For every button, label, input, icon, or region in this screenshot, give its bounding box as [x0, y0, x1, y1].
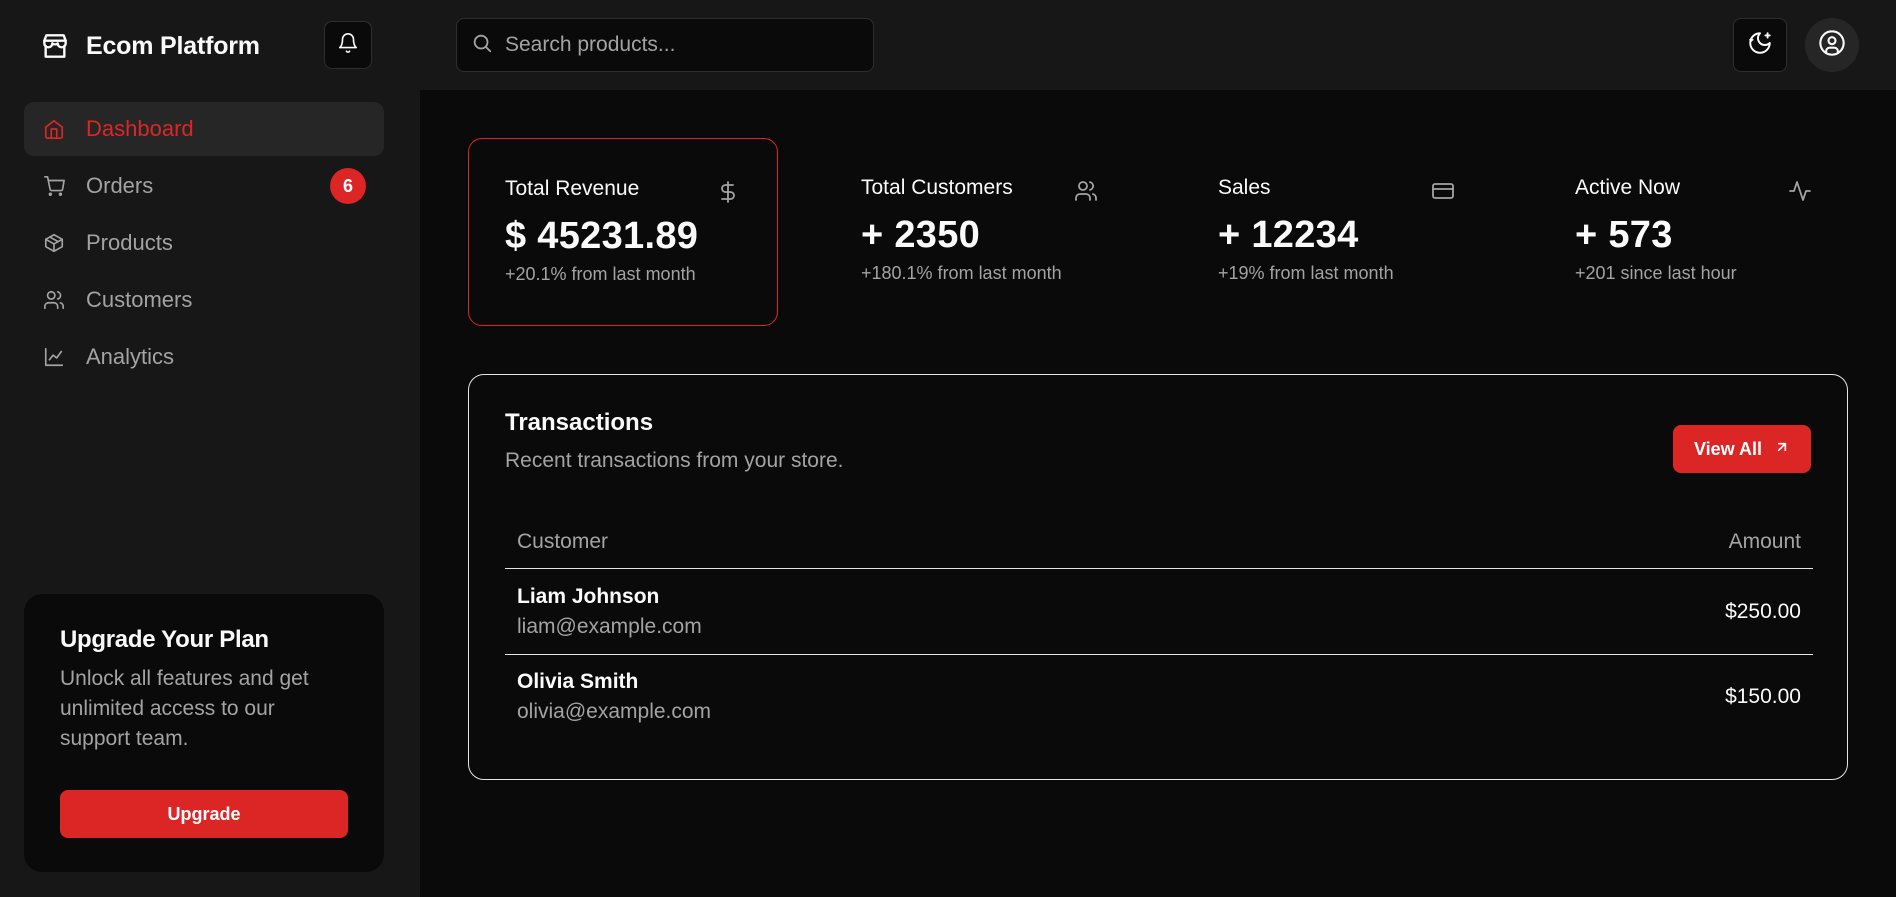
package-icon — [42, 231, 66, 255]
transactions-title: Transactions — [505, 409, 654, 436]
customer-email: olivia@example.com — [517, 700, 712, 723]
orders-count-badge: 6 — [330, 168, 366, 204]
stat-label: Total Customers — [861, 176, 1013, 199]
stat-change: +201 since last hour — [1575, 263, 1737, 283]
customer-cell: Liam Johnson liam@example.com — [517, 585, 702, 639]
stat-card-sales: Sales + 12234 +19% from last month — [1182, 138, 1492, 326]
sidebar: Ecom Platform Dashboard Orders 6 Product… — [0, 0, 420, 897]
customer-name: Liam Johnson — [517, 584, 660, 608]
sidebar-item-label: Orders — [86, 173, 154, 198]
amount-cell: $150.00 — [1725, 685, 1801, 708]
stat-card-active: Active Now + 573 +201 since last hour — [1539, 138, 1849, 326]
credit-card-icon — [1430, 178, 1456, 204]
sidebar-item-label: Customers — [86, 287, 193, 312]
sidebar-item-products[interactable]: Products — [24, 216, 384, 270]
sidebar-item-customers[interactable]: Customers — [24, 273, 384, 327]
dollar-icon — [715, 179, 741, 205]
stat-label: Active Now — [1575, 176, 1681, 199]
cart-icon — [42, 174, 66, 198]
customer-name: Olivia Smith — [517, 670, 639, 693]
table-row[interactable]: Liam Johnson liam@example.com $250.00 — [505, 569, 1813, 654]
sidebar-item-label: Dashboard — [86, 116, 194, 141]
stat-value: + 2350 — [861, 214, 981, 256]
transactions-card: Transactions Recent transactions from yo… — [468, 374, 1848, 780]
transactions-table: Customer Amount Liam Johnson liam@exampl… — [505, 515, 1813, 739]
stat-label: Sales — [1218, 176, 1271, 199]
notifications-button[interactable] — [324, 21, 372, 69]
brand[interactable]: Ecom Platform — [38, 26, 260, 66]
users-icon — [42, 288, 66, 312]
bell-icon — [337, 32, 359, 59]
sidebar-nav: Dashboard Orders 6 Products Customers An… — [24, 102, 384, 387]
table-row[interactable]: Olivia Smith olivia@example.com $150.00 — [505, 654, 1813, 739]
sidebar-item-label: Products — [86, 230, 173, 255]
search-box[interactable] — [456, 18, 874, 72]
transactions-subtitle: Recent transactions from your store. — [505, 449, 844, 472]
upgrade-card: Upgrade Your Plan Unlock all features an… — [24, 594, 384, 872]
customer-email: liam@example.com — [517, 614, 702, 638]
upgrade-text: Unlock all features and get unlimited ac… — [60, 667, 309, 750]
moon-stars-icon — [1747, 30, 1773, 61]
brand-title: Ecom Platform — [86, 31, 260, 60]
stat-label: Total Revenue — [505, 177, 640, 200]
theme-toggle-button[interactable] — [1733, 18, 1787, 72]
table-header: Customer Amount — [505, 515, 1813, 569]
sidebar-item-analytics[interactable]: Analytics — [24, 330, 384, 384]
column-header-amount: Amount — [1728, 529, 1801, 553]
sidebar-item-dashboard[interactable]: Dashboard — [24, 102, 384, 156]
search-icon — [471, 32, 493, 59]
stat-value: $ 45231.89 — [505, 215, 699, 257]
sidebar-item-label: Analytics — [86, 344, 175, 369]
sidebar-item-orders[interactable]: Orders 6 — [24, 159, 384, 213]
stat-card-customers: Total Customers + 2350 +180.1% from last… — [825, 138, 1135, 326]
topbar — [420, 0, 1896, 90]
column-header-customer: Customer — [517, 529, 609, 553]
upgrade-title: Upgrade Your Plan — [60, 626, 269, 653]
amount-cell: $250.00 — [1725, 599, 1801, 623]
stat-change: +19% from last month — [1218, 263, 1394, 283]
customer-cell: Olivia Smith olivia@example.com — [517, 670, 711, 724]
upgrade-button[interactable]: Upgrade — [60, 790, 348, 838]
store-icon — [38, 29, 72, 63]
search-input[interactable] — [505, 33, 865, 57]
user-circle-icon — [1818, 29, 1846, 62]
view-all-button[interactable]: View All — [1673, 425, 1811, 473]
stat-change: +20.1% from last month — [505, 264, 696, 284]
stat-change: +180.1% from last month — [861, 263, 1062, 283]
user-menu-button[interactable] — [1805, 18, 1859, 72]
activity-icon — [1787, 178, 1813, 204]
stat-value: + 12234 — [1218, 214, 1359, 256]
home-icon — [42, 117, 66, 141]
arrow-up-right-icon — [1774, 439, 1790, 460]
view-all-label: View All — [1693, 438, 1763, 459]
line-chart-icon — [42, 345, 66, 369]
users-icon — [1073, 178, 1099, 204]
stat-card-revenue: Total Revenue $ 45231.89 +20.1% from las… — [468, 138, 778, 326]
stat-value: + 573 — [1575, 214, 1673, 256]
